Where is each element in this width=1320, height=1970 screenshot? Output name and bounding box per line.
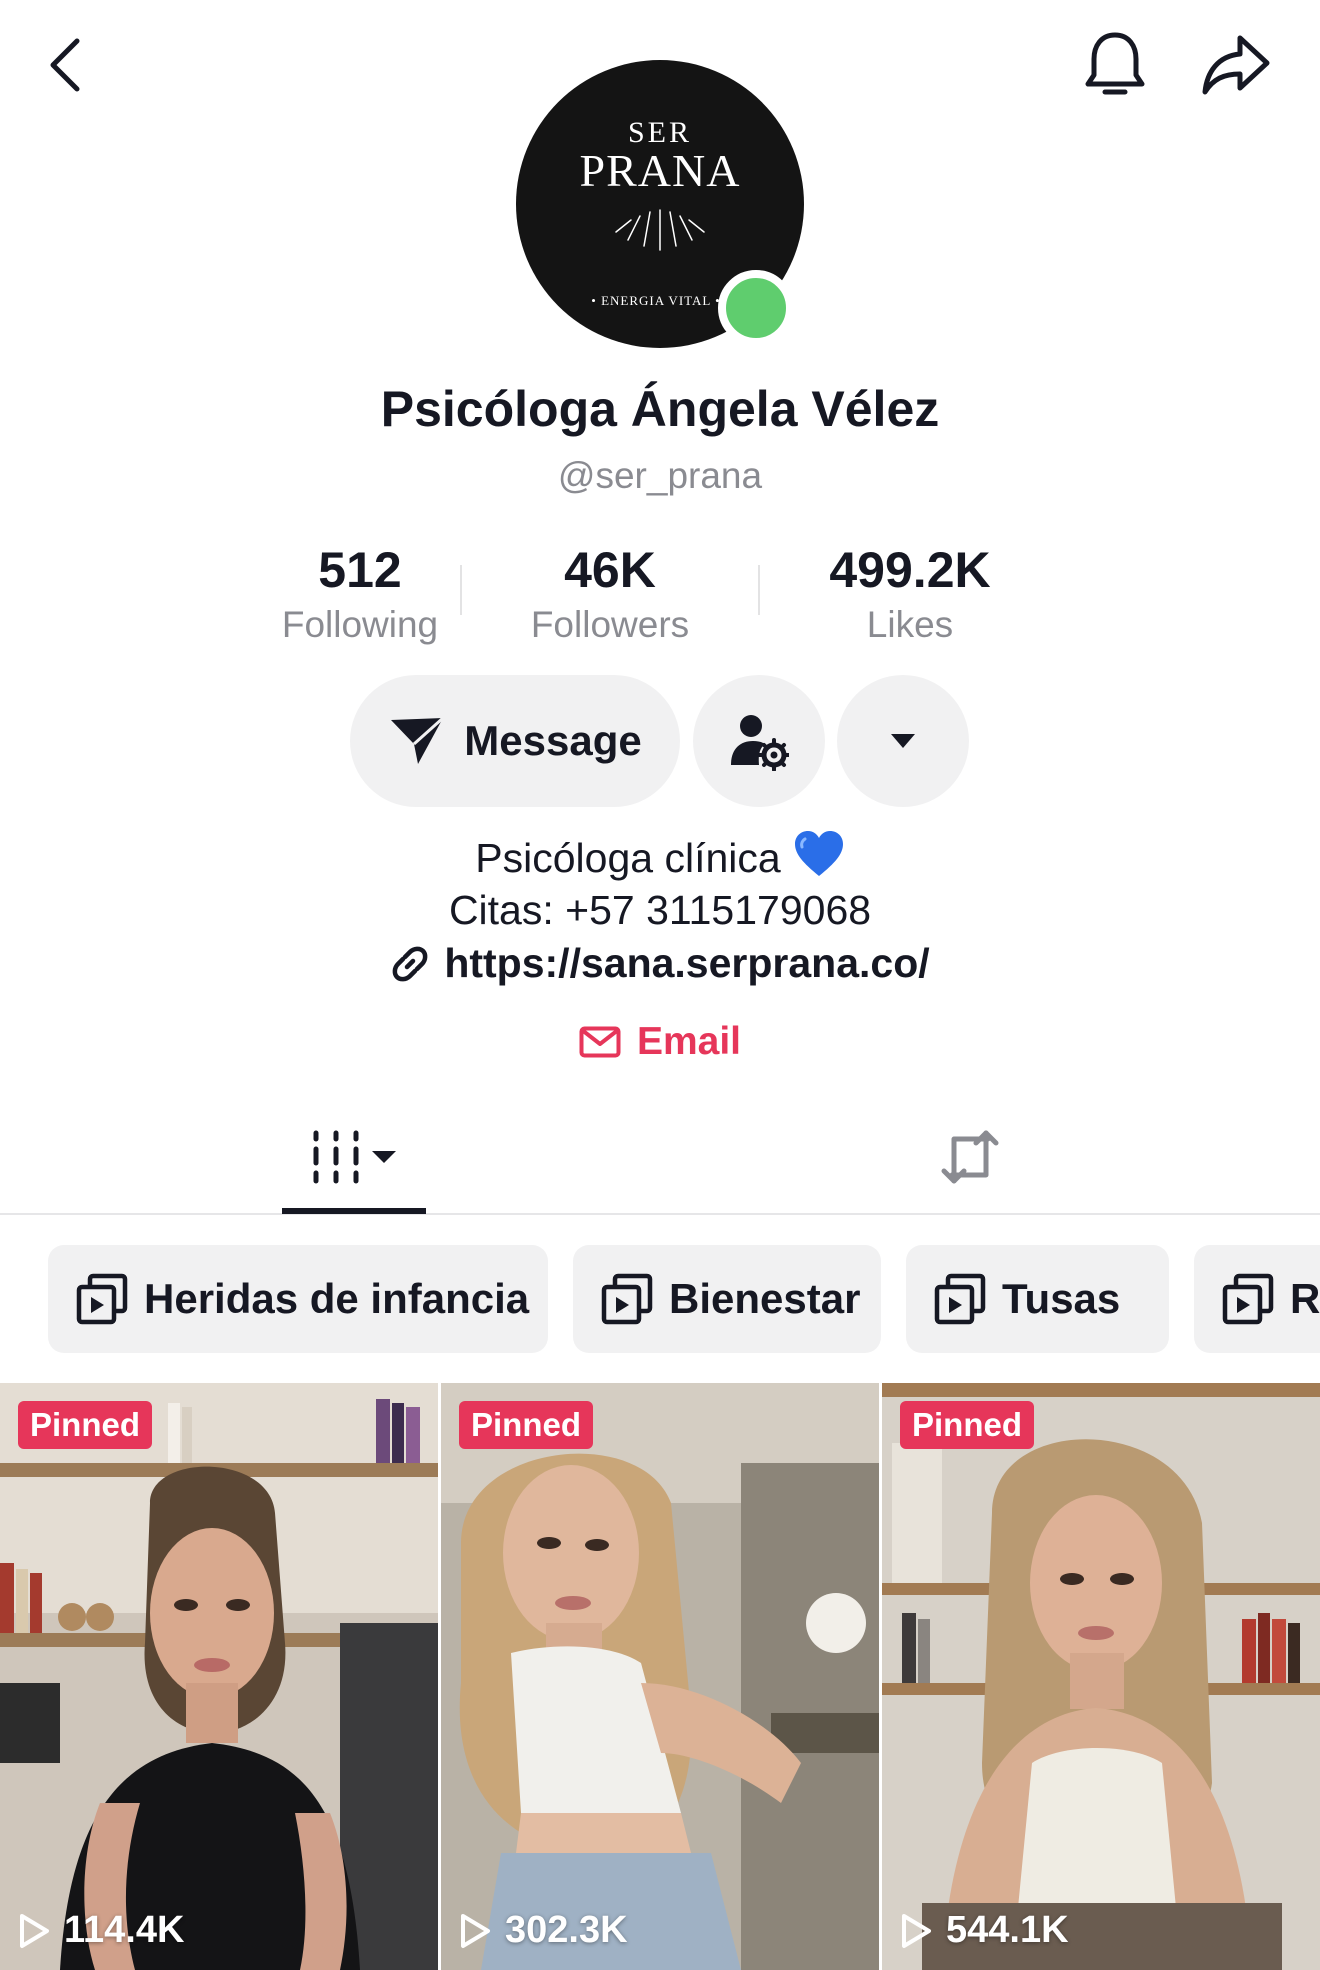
share-arrow-icon <box>1202 35 1270 95</box>
playlist-chip[interactable]: Re <box>1194 1245 1320 1353</box>
active-tab-indicator <box>282 1208 426 1214</box>
playlist-chip[interactable]: Tusas <box>906 1245 1169 1353</box>
stat-following[interactable]: 512 Following <box>260 535 460 645</box>
tab-reposts[interactable] <box>910 1100 1030 1213</box>
play-icon <box>461 1913 490 1948</box>
following-label: Following <box>281 604 439 645</box>
avatar-logo-line2: PRANA <box>580 145 741 196</box>
playlist-icon <box>934 1273 986 1325</box>
playlist-icon <box>76 1273 128 1325</box>
following-count: 512 <box>318 542 402 598</box>
likes-count: 499.2K <box>829 542 991 598</box>
profile-stats: 512 Following 46K Followers 499.2K Likes <box>260 535 1060 645</box>
playlist-label: Tusas <box>1002 1275 1121 1322</box>
blue-heart-icon <box>794 831 843 876</box>
play-icon <box>902 1913 931 1948</box>
video-thumbnail-image <box>882 1383 1320 1970</box>
video-thumbnail[interactable]: Pinned 302.3K <box>441 1383 879 1970</box>
bio-line-2: Citas: +57 3115179068 <box>448 887 872 933</box>
pinned-badge: Pinned <box>18 1401 153 1449</box>
stat-followers[interactable]: 46K Followers <box>460 535 760 645</box>
website-link[interactable]: https://sana.serprana.co/ <box>0 940 1320 987</box>
person-gear-icon <box>731 715 789 771</box>
pinned-badge: Pinned <box>459 1401 594 1449</box>
content-tabs <box>0 1100 1320 1215</box>
video-thumbnail[interactable]: Pinned 544.1K <box>882 1383 1320 1970</box>
play-icon <box>20 1913 49 1948</box>
playlist-label: Re <box>1290 1275 1320 1322</box>
message-button[interactable]: Message <box>350 675 680 807</box>
video-thumbnail-image <box>441 1383 879 1970</box>
stat-divider <box>460 565 462 615</box>
share-button[interactable] <box>1192 25 1280 105</box>
display-name: Psicóloga Ángela Vélez <box>380 381 940 437</box>
avatar-logo-tagline: • ENERGIA VITAL • <box>591 293 720 308</box>
view-count: 114.4K <box>18 1909 184 1952</box>
likes-label: Likes <box>866 604 954 645</box>
more-options-button[interactable] <box>837 675 969 807</box>
bell-icon <box>1085 32 1145 95</box>
tab-videos[interactable] <box>282 1100 426 1214</box>
bio-line: Psicóloga clínica <box>0 830 1320 884</box>
stat-likes[interactable]: 499.2K Likes <box>760 535 1060 645</box>
video-thumbnail-image <box>0 1383 438 1970</box>
notifications-button[interactable] <box>1075 25 1155 105</box>
caret-down-icon <box>891 734 915 748</box>
video-grid: Pinned 114.4K Pinned 302.3K Pinned 544.1… <box>0 1383 1320 1970</box>
bio: Psicóloga clínica Citas: +57 3115179068 <box>0 830 1320 936</box>
pinned-badge: Pinned <box>900 1401 1035 1449</box>
view-count-value: 302.3K <box>505 1909 628 1951</box>
mail-icon <box>579 1026 621 1058</box>
playlist-label: Bienestar <box>669 1275 861 1322</box>
online-status-dot <box>718 270 794 346</box>
playlist-icon <box>1222 1273 1274 1325</box>
grid-columns-icon <box>313 1130 396 1183</box>
video-thumbnail[interactable]: Pinned 114.4K <box>0 1383 438 1970</box>
follow-settings-button[interactable] <box>693 675 825 807</box>
followers-label: Followers <box>530 604 690 645</box>
sunburst-icon <box>615 209 705 251</box>
playlist-chip[interactable]: Bienestar <box>573 1245 881 1353</box>
playlist-label: Heridas de infancia <box>144 1275 530 1322</box>
repost-icon <box>941 1130 999 1183</box>
send-icon <box>391 716 445 764</box>
view-count-value: 544.1K <box>946 1909 1069 1951</box>
chevron-left-icon <box>50 38 80 92</box>
email-label: Email <box>636 1020 742 1063</box>
playlist-icon <box>601 1273 653 1325</box>
playlist-chip[interactable]: Heridas de infancia <box>48 1245 548 1353</box>
view-count-value: 114.4K <box>64 1909 185 1951</box>
view-count: 302.3K <box>459 1909 628 1952</box>
bio-line-1: Psicóloga clínica <box>475 835 781 881</box>
website-url: https://sana.serprana.co/ <box>444 940 930 986</box>
playlists-row: Heridas de infancia Bienestar Tusas Re <box>0 1245 1320 1353</box>
message-button-label: Message <box>464 717 642 764</box>
back-button[interactable] <box>35 25 95 105</box>
link-icon <box>392 946 428 981</box>
view-count: 544.1K <box>900 1909 1069 1952</box>
email-link[interactable]: Email <box>0 1020 1320 1064</box>
username-handle: @ser_prana <box>557 455 763 496</box>
followers-count: 46K <box>564 542 656 598</box>
